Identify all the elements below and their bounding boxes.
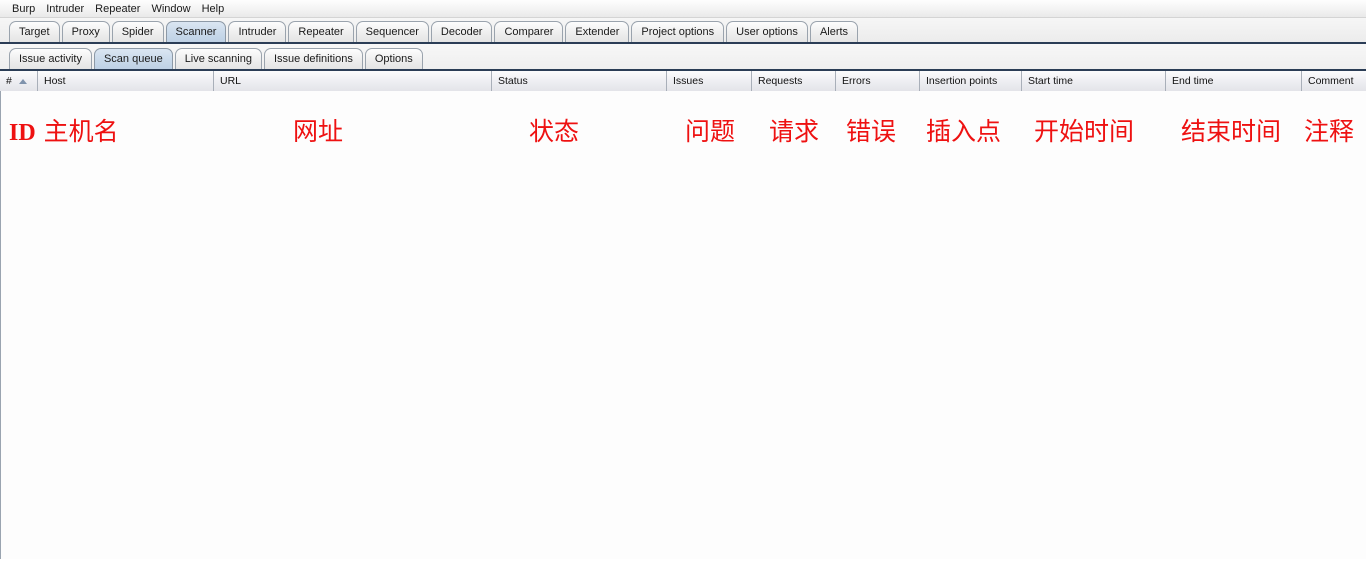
- tab-label: Intruder: [238, 26, 277, 38]
- annotation-text: 网址: [293, 117, 344, 146]
- subtab-issue-activity[interactable]: Issue activity: [9, 48, 92, 69]
- tab-label: Comparer: [504, 26, 554, 38]
- tab-extender[interactable]: Extender: [565, 21, 630, 42]
- tab-label: Decoder: [440, 26, 483, 38]
- tab-label: Proxy: [71, 26, 100, 38]
- subtab-issue-definitions[interactable]: Issue definitions: [263, 48, 363, 69]
- menu-bar: Burp Intruder Repeater Window Help: [0, 0, 1366, 18]
- tab-label: Issue activity: [19, 53, 82, 65]
- tab-proxy[interactable]: Proxy: [61, 21, 110, 42]
- annotation-status: 状态: [529, 115, 579, 149]
- column-header-start-time[interactable]: Start time: [1022, 71, 1166, 91]
- sort-ascending-icon: [18, 79, 27, 84]
- annotation-insertion-points: 插入点: [926, 115, 1001, 149]
- main-tab-strip: Target Proxy Spider Scanner Intruder Repeater…: [0, 18, 1366, 44]
- annotation-url: 网址: [293, 115, 343, 149]
- tab-repeater[interactable]: Repeater: [288, 21, 354, 42]
- tab-label: Alerts: [819, 26, 849, 38]
- tab-alerts[interactable]: Alerts: [809, 21, 859, 42]
- column-header-[interactable]: #: [0, 71, 38, 91]
- tab-sequencer[interactable]: Sequencer: [355, 21, 429, 42]
- tab-user-options[interactable]: User options: [726, 21, 808, 42]
- tab-intruder[interactable]: Intruder: [228, 21, 287, 42]
- column-header-label: Issues: [673, 74, 704, 87]
- column-header-label: Comment: [1308, 74, 1354, 87]
- tab-label: Project options: [641, 26, 715, 38]
- column-header-label: Start time: [1028, 74, 1073, 87]
- scan-queue-table-body[interactable]: ID 主机名 网址 状态 问题 请求 错误 插入点 开始时间 结束时间 注释: [0, 91, 1366, 559]
- column-header-label: End time: [1172, 74, 1214, 87]
- column-header-comment[interactable]: Comment: [1302, 71, 1366, 91]
- annotation-requests: 请求: [769, 115, 819, 149]
- column-header-label: Host: [44, 74, 66, 87]
- annotation-text: 主机名: [35, 117, 119, 146]
- column-header-label: URL: [220, 74, 242, 87]
- annotation-text: 错误: [846, 117, 897, 146]
- tab-label: User options: [736, 26, 798, 38]
- column-header-requests[interactable]: Requests: [752, 71, 836, 91]
- column-header-issues[interactable]: Issues: [667, 71, 752, 91]
- tab-label: Target: [19, 26, 50, 38]
- column-header-status[interactable]: Status: [492, 71, 667, 91]
- column-header-label: Insertion points: [926, 74, 998, 87]
- annotation-text: 问题: [685, 117, 736, 146]
- tab-label: Options: [374, 53, 413, 65]
- annotation-comment: 注释: [1304, 115, 1354, 149]
- scanner-sub-tab-strip: Issue activity Scan queue Live scanning Iss…: [0, 44, 1366, 71]
- annotation-text: 结束时间: [1181, 117, 1282, 146]
- annotation-text: 状态: [529, 117, 580, 146]
- annotation-start-time: 开始时间: [1034, 115, 1134, 149]
- tab-label: Scan queue: [103, 53, 163, 65]
- chinese-translation-overlay: ID 主机名 网址 状态 问题 请求 错误 插入点 开始时间 结束时间 注释: [1, 115, 1366, 155]
- tab-comparer[interactable]: Comparer: [494, 21, 564, 42]
- annotation-text: 请求: [769, 117, 820, 146]
- annotation-id-host: ID 主机名: [9, 115, 119, 150]
- tab-label: Spider: [121, 26, 154, 38]
- annotation-text: 开始时间: [1034, 117, 1135, 146]
- menu-burp[interactable]: Burp: [7, 1, 41, 17]
- column-header-label: Errors: [842, 74, 871, 87]
- tab-decoder[interactable]: Decoder: [430, 21, 493, 42]
- annotation-text: 插入点: [926, 117, 1002, 146]
- tab-label: Extender: [575, 26, 620, 38]
- menu-repeater[interactable]: Repeater: [90, 1, 146, 17]
- column-header-url[interactable]: URL: [214, 71, 492, 91]
- annotation-id-prefix: ID: [9, 120, 36, 146]
- subtab-live-scanning[interactable]: Live scanning: [174, 48, 262, 69]
- column-header-label: Requests: [758, 74, 803, 87]
- annotation-text: 注释: [1304, 117, 1355, 146]
- menu-intruder[interactable]: Intruder: [41, 1, 90, 17]
- menu-window[interactable]: Window: [146, 1, 196, 17]
- column-header-host[interactable]: Host: [38, 71, 214, 91]
- annotation-errors: 错误: [846, 115, 896, 149]
- tab-scanner[interactable]: Scanner: [165, 21, 227, 42]
- column-header-end-time[interactable]: End time: [1166, 71, 1302, 91]
- tab-label: Sequencer: [365, 26, 419, 38]
- tab-target[interactable]: Target: [9, 21, 60, 42]
- column-header-label: Status: [498, 74, 528, 87]
- column-header-label: #: [6, 74, 12, 87]
- subtab-options[interactable]: Options: [364, 48, 423, 69]
- tab-label: Live scanning: [184, 53, 252, 65]
- tab-label: Issue definitions: [273, 53, 353, 65]
- column-header-insertion-points[interactable]: Insertion points: [920, 71, 1022, 91]
- annotation-issues: 问题: [685, 115, 735, 149]
- column-header-errors[interactable]: Errors: [836, 71, 920, 91]
- menu-help[interactable]: Help: [197, 1, 231, 17]
- annotation-end-time: 结束时间: [1181, 115, 1281, 149]
- subtab-scan-queue[interactable]: Scan queue: [93, 48, 173, 69]
- tab-spider[interactable]: Spider: [111, 21, 164, 42]
- tab-label: Scanner: [175, 26, 217, 38]
- tab-project-options[interactable]: Project options: [631, 21, 725, 42]
- tab-label: Repeater: [298, 26, 344, 38]
- scan-queue-table-header: # Host URL Status Issues Requests Errors Insert…: [0, 71, 1366, 91]
